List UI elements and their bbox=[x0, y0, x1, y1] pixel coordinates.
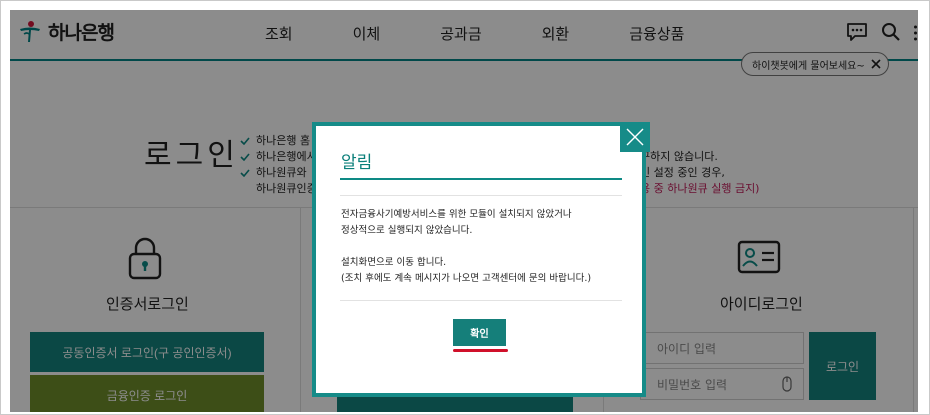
divider bbox=[340, 178, 622, 180]
dialog-message: 전자금융사기예방서비스를 위한 모듈이 설치되지 않았거나 정상적으로 실행되지… bbox=[341, 207, 626, 287]
alert-dialog: 알림 전자금융사기예방서비스를 위한 모듈이 설치되지 않았거나 정상적으로 실… bbox=[312, 122, 650, 397]
dialog-title: 알림 bbox=[341, 153, 373, 173]
dialog-message-line: (조치 후에도 계속 메시지가 나오면 고객센터에 문의 바랍니다.) bbox=[341, 273, 592, 284]
divider bbox=[340, 195, 622, 196]
highlight-underline bbox=[453, 349, 508, 352]
dialog-message-line: 정상적으로 실행되지 않았습니다. bbox=[341, 225, 473, 236]
page: 하나은행 조회 이체 공과금 외환 금융상품 하이챗봇에게 물어보세요~ 로그인… bbox=[10, 10, 918, 412]
dialog-message-line: 전자금융사기예방서비스를 위한 모듈이 설치되지 않았거나 bbox=[341, 209, 572, 220]
dialog-message-line: 설치화면으로 이동 합니다. bbox=[341, 257, 447, 268]
confirm-button[interactable]: 확인 bbox=[453, 319, 506, 346]
close-icon bbox=[626, 128, 644, 146]
dialog-close-button[interactable] bbox=[620, 122, 650, 152]
divider bbox=[340, 300, 622, 301]
